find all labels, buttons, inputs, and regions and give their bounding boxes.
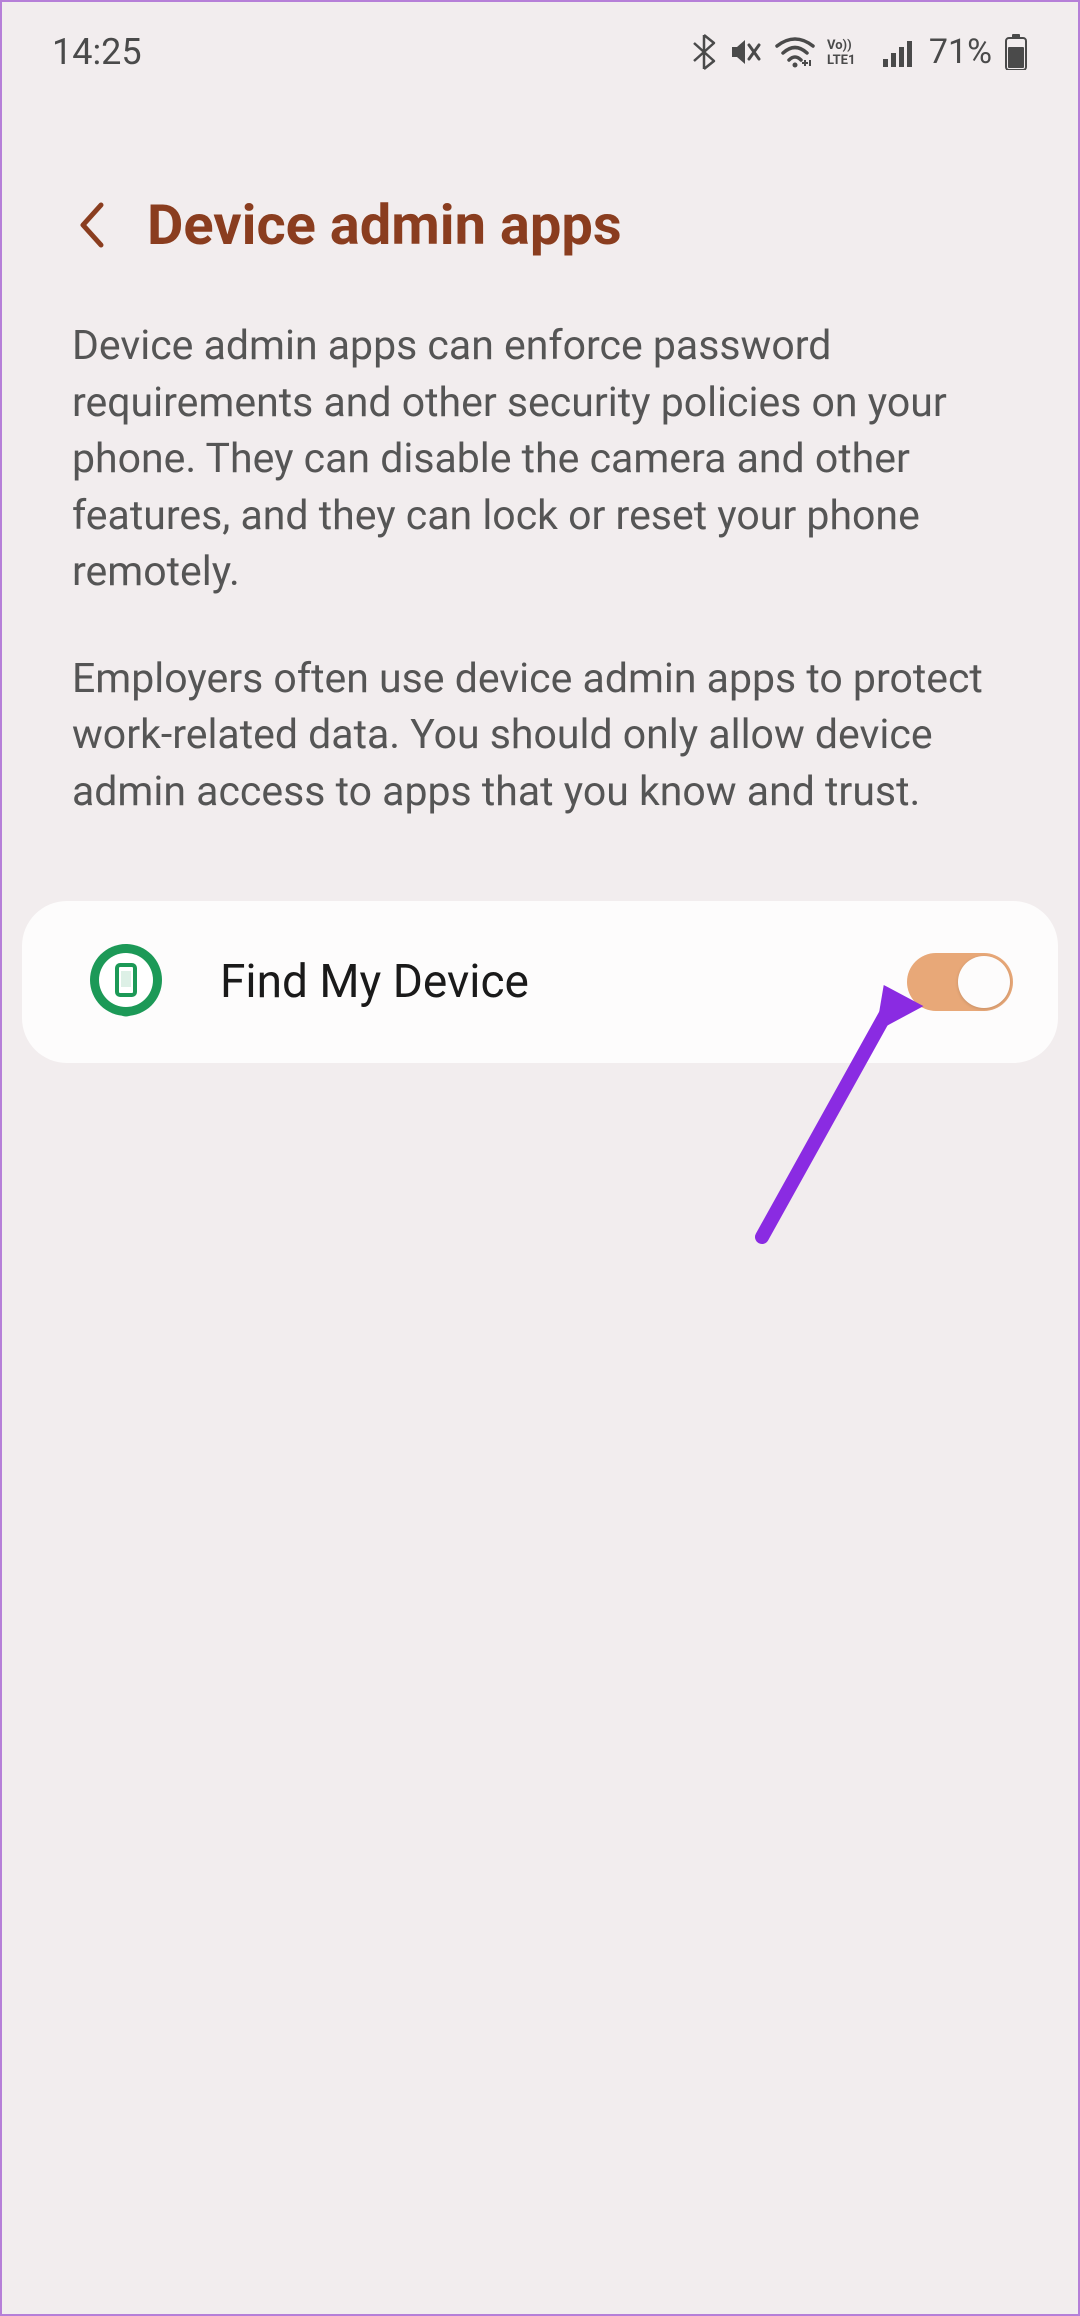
status-bar: 14:25 Vo)) LTE1 71% [2,2,1078,92]
wifi-icon [775,36,815,68]
signal-icon [883,37,917,67]
description-section: Device admin apps can enforce password r… [2,298,1078,871]
svg-text:Vo)): Vo)) [827,38,852,53]
app-name-label: Find My Device [220,955,852,1009]
description-paragraph-2: Employers often use device admin apps to… [72,651,1008,821]
page-header: Device admin apps [2,92,1078,298]
page-title: Device admin apps [147,192,622,258]
back-button[interactable] [72,205,112,245]
volte-icon: Vo)) LTE1 [827,37,871,67]
battery-percentage: 71% [929,32,992,72]
description-paragraph-1: Device admin apps can enforce password r… [72,318,1008,601]
app-list: Find My Device [2,871,1078,1063]
app-toggle-switch[interactable] [907,953,1013,1011]
app-item-find-my-device[interactable]: Find My Device [22,901,1058,1063]
status-icons-group: Vo)) LTE1 71% [691,32,1028,72]
mute-icon [729,35,763,69]
svg-text:LTE1: LTE1 [827,53,855,67]
back-chevron-icon [77,200,107,250]
status-time: 14:25 [52,31,142,73]
bluetooth-icon [691,33,717,71]
find-my-device-icon [87,943,165,1021]
battery-icon [1004,34,1028,70]
